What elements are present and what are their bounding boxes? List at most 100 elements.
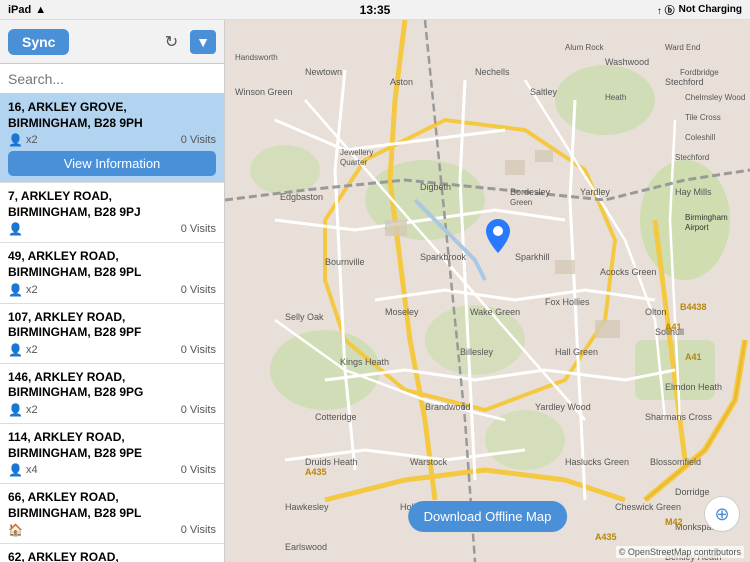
- svg-text:Newtown: Newtown: [305, 67, 342, 77]
- search-input[interactable]: [8, 71, 216, 87]
- svg-text:Yardley Wood: Yardley Wood: [535, 402, 591, 412]
- visits-label: 0 Visits: [181, 223, 216, 235]
- address-text: 114, ARKLEY ROAD,BIRMINGHAM, B28 9PE: [8, 430, 216, 461]
- person-icon: [8, 133, 23, 147]
- svg-text:Cotteridge: Cotteridge: [315, 412, 357, 422]
- svg-text:Bordesley: Bordesley: [510, 187, 551, 197]
- map-pin: [486, 219, 510, 253]
- list-item[interactable]: 62, ARKLEY ROAD,BIRMINGHAM: [0, 544, 224, 562]
- svg-text:Dorridge: Dorridge: [675, 487, 710, 497]
- list-item-meta: x4 0 Visits: [8, 463, 216, 477]
- map-attribution: © OpenStreetMap contributors: [616, 546, 744, 558]
- svg-text:Warstock: Warstock: [410, 457, 448, 467]
- list-item[interactable]: 146, ARKLEY ROAD,BIRMINGHAM, B28 9PG x2 …: [0, 364, 224, 424]
- toolbar: Sync ↻ ▼: [0, 20, 224, 64]
- map-svg: Aston Newtown Nechells Washwood Heath St…: [225, 20, 750, 562]
- svg-text:Bournville: Bournville: [325, 257, 365, 267]
- visits-label: 0 Visits: [181, 524, 216, 536]
- svg-text:Fox Hollies: Fox Hollies: [545, 297, 590, 307]
- signal-icon: ↑ ⓑ: [657, 2, 675, 17]
- view-information-button[interactable]: View Information: [8, 151, 216, 176]
- svg-text:Alum Rock: Alum Rock: [565, 43, 605, 52]
- person-info: x2: [8, 283, 38, 297]
- svg-text:Cheswick Green: Cheswick Green: [615, 502, 681, 512]
- person-icon: [8, 403, 23, 417]
- person-count: x2: [26, 134, 38, 146]
- svg-text:Kings Heath: Kings Heath: [340, 357, 389, 367]
- svg-text:Coleshill: Coleshill: [685, 133, 715, 142]
- svg-text:Handsworth: Handsworth: [235, 53, 278, 62]
- list-item[interactable]: 114, ARKLEY ROAD,BIRMINGHAM, B28 9PE x4 …: [0, 424, 224, 484]
- svg-text:Hay Mills: Hay Mills: [675, 187, 712, 197]
- svg-text:Ward End: Ward End: [665, 43, 700, 52]
- person-icon: [8, 283, 23, 297]
- list-item-meta: 0 Visits: [8, 523, 216, 537]
- person-info: [8, 222, 23, 236]
- svg-text:Chelmsley Wood: Chelmsley Wood: [685, 93, 745, 102]
- list-item[interactable]: 107, ARKLEY ROAD,BIRMINGHAM, B28 9PF x2 …: [0, 304, 224, 364]
- battery-label: Not Charging: [679, 4, 742, 15]
- address-text: 62, ARKLEY ROAD,BIRMINGHAM: [8, 550, 216, 562]
- svg-text:Sparkbrook: Sparkbrook: [420, 252, 467, 262]
- svg-text:Earlswood: Earlswood: [285, 542, 327, 552]
- device-label: iPad: [8, 4, 31, 16]
- list-item[interactable]: 49, ARKLEY ROAD,BIRMINGHAM, B28 9PL x2 0…: [0, 243, 224, 303]
- person-icon: [8, 222, 23, 236]
- person-info: x2: [8, 403, 38, 417]
- address-text: 7, ARKLEY ROAD,BIRMINGHAM, B28 9PJ: [8, 189, 216, 220]
- filter-button[interactable]: ▼: [190, 30, 216, 54]
- visits-label: 0 Visits: [181, 464, 216, 476]
- search-bar: [0, 64, 224, 94]
- address-text: 66, ARKLEY ROAD,BIRMINGHAM, B28 9PL: [8, 490, 216, 521]
- svg-text:Aston: Aston: [390, 77, 413, 87]
- person-icon: [8, 343, 23, 357]
- visits-label: 0 Visits: [181, 134, 216, 146]
- svg-text:Olton: Olton: [645, 307, 667, 317]
- download-offline-map-button[interactable]: Download Offline Map: [408, 501, 568, 532]
- svg-text:A435: A435: [595, 532, 617, 542]
- svg-text:Airport: Airport: [685, 223, 709, 232]
- refresh-button[interactable]: ↻: [161, 28, 182, 56]
- address-text: 49, ARKLEY ROAD,BIRMINGHAM, B28 9PL: [8, 249, 216, 280]
- svg-text:Elmdon Heath: Elmdon Heath: [665, 382, 722, 392]
- svg-text:A435: A435: [305, 467, 327, 477]
- person-count: x4: [26, 464, 38, 476]
- person-info: x4: [8, 463, 38, 477]
- address-list: 16, ARKLEY GROVE,BIRMINGHAM, B28 9PH x2 …: [0, 94, 224, 562]
- svg-text:Jewellery: Jewellery: [340, 148, 373, 157]
- svg-text:Sharmans Cross: Sharmans Cross: [645, 412, 713, 422]
- svg-text:Moseley: Moseley: [385, 307, 419, 317]
- svg-text:Washwood: Washwood: [605, 57, 649, 67]
- svg-text:Heath: Heath: [605, 93, 626, 102]
- svg-text:A41: A41: [685, 352, 702, 362]
- status-bar: iPad ▲ 13:35 ↑ ⓑ Not Charging: [0, 0, 750, 20]
- svg-text:Digbeth: Digbeth: [420, 182, 451, 192]
- status-left: iPad ▲: [8, 4, 46, 16]
- svg-text:Sparkhill: Sparkhill: [515, 252, 550, 262]
- visits-label: 0 Visits: [181, 344, 216, 356]
- svg-text:Winson Green: Winson Green: [235, 87, 293, 97]
- svg-text:Fordbridge: Fordbridge: [680, 68, 719, 77]
- person-info: [8, 523, 23, 537]
- list-item[interactable]: 7, ARKLEY ROAD,BIRMINGHAM, B28 9PJ 0 Vis…: [0, 183, 224, 243]
- svg-text:Haslucks Green: Haslucks Green: [565, 457, 629, 467]
- compass-icon: ⊕: [714, 504, 729, 525]
- compass-button[interactable]: ⊕: [704, 496, 740, 532]
- svg-text:Edgbaston: Edgbaston: [280, 192, 323, 202]
- svg-text:M42: M42: [665, 517, 683, 527]
- address-text: 107, ARKLEY ROAD,BIRMINGHAM, B28 9PF: [8, 310, 216, 341]
- status-right: ↑ ⓑ Not Charging: [657, 2, 742, 17]
- home-icon: [8, 523, 23, 537]
- svg-text:Hawkesley: Hawkesley: [285, 502, 329, 512]
- svg-text:Hall Green: Hall Green: [555, 347, 598, 357]
- list-item-meta: x2 0 Visits: [8, 283, 216, 297]
- list-item[interactable]: 66, ARKLEY ROAD,BIRMINGHAM, B28 9PL 0 Vi…: [0, 484, 224, 544]
- list-item[interactable]: 16, ARKLEY GROVE,BIRMINGHAM, B28 9PH x2 …: [0, 94, 224, 183]
- svg-text:Nechells: Nechells: [475, 67, 510, 77]
- svg-text:Stechford: Stechford: [665, 77, 704, 87]
- person-count: x2: [26, 344, 38, 356]
- svg-text:Green: Green: [510, 198, 532, 207]
- sync-button[interactable]: Sync: [8, 29, 69, 55]
- person-info: x2: [8, 133, 38, 147]
- svg-text:Birmingham: Birmingham: [685, 213, 728, 222]
